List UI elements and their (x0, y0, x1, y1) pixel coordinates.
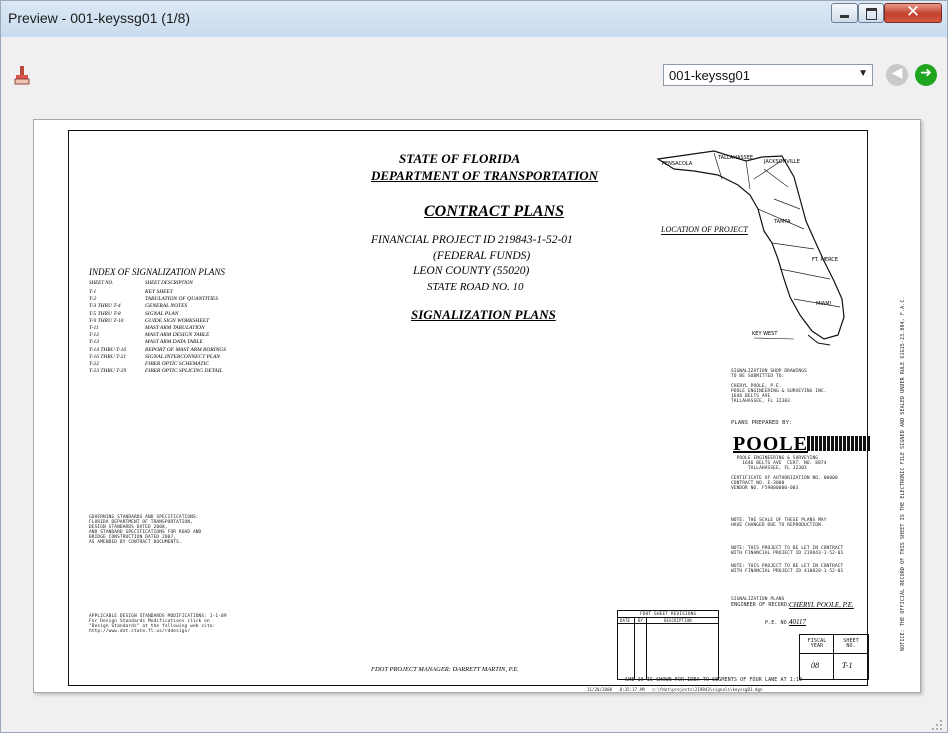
previous-page-button[interactable]: ◀ (886, 64, 908, 86)
shop-drawings-note: SIGNALIZATION SHOP DRAWINGS TO BE SUBMIT… (731, 369, 827, 404)
index-row-sheet: T-3 THRU T-4 (89, 303, 121, 310)
poole-logo: POOLE (733, 433, 809, 455)
index-row-sheet: T-22 (89, 361, 99, 367)
svg-text:KEY WEST: KEY WEST (752, 331, 778, 337)
index-row-sheet: T-14 THRU T-16 (89, 346, 127, 353)
sheet-number-box: FISCAL YEAR SHEET NO. 08 T-1 (799, 634, 869, 680)
index-title: INDEX OF SIGNALIZATION PLANS (89, 267, 225, 277)
index-row-sheet: T-23 THRU T-29 (89, 368, 127, 375)
index-row-sheet: T-12 (89, 332, 99, 339)
drawing-sheet: STATE OF FLORIDA DEPARTMENT OF TRANSPORT… (68, 130, 906, 686)
signalization-heading: SIGNALIZATION PLANS (411, 307, 556, 322)
window-title: Preview - 001-keyssg01 (1/8) (8, 10, 191, 26)
index-header-sheet: SHEET NO. (89, 281, 114, 286)
plans-prepared-label: PLANS PREPARED BY: (731, 420, 793, 426)
index-row-sheet: T-2 (89, 296, 97, 303)
next-page-button[interactable]: ➜ (915, 64, 937, 86)
resize-grip-icon[interactable] (931, 719, 943, 731)
index-row-description: SIGNAL PLAN (145, 310, 179, 317)
svg-text:FT. PIERCE: FT. PIERCE (812, 257, 838, 263)
revisions-box: FDOT SHEET REVISIONS DATE BY DESCRIPTION (617, 610, 719, 680)
scale-note: NOTE: THE SCALE OF THESE PLANS MAY HAVE … (731, 518, 827, 528)
index-row-sheet: T-13 (89, 339, 99, 346)
document-select-value: 001-keyssg01 (669, 68, 750, 83)
fiscal-year-value: 08 (811, 661, 819, 670)
preview-window: Preview - 001-keyssg01 (1/8) ✕ 001-keyss… (0, 0, 948, 733)
footer-filename: 11/28/2008 8:35:17 AM c:\fdot\projects\2… (587, 687, 763, 692)
standards-note: GOVERNING STANDARDS AND SPECIFICATIONS: … (89, 515, 202, 545)
index-row-description: SIGNAL INTERCONNECT PLAN (145, 353, 220, 360)
index-row-description: FIBER OPTIC SPLICING DETAIL (145, 368, 223, 375)
official-record-note: NOTICE: THE OFFICIAL RECORD OF THIS SHEE… (900, 296, 906, 651)
minimize-button[interactable] (831, 3, 858, 23)
index-row-sheet: T-16 THRU T-21 (89, 353, 127, 360)
svg-text:TALLAHASSEE: TALLAHASSEE (717, 155, 753, 161)
index-row-description: GENERAL NOTES (145, 303, 188, 310)
contract-plans-heading: CONTRACT PLANS (424, 203, 565, 220)
index-header-description: SHEET DESCRIPTION (145, 281, 193, 286)
index-row-description: TABULATION OF QUANTITIES (145, 296, 219, 303)
index-row-description: MAST ARM TABULATION (145, 325, 205, 331)
index-row-description: REPORT OF MAST ARM BORINGS (145, 346, 226, 353)
index-row-description: FIBER OPTIC SCHEMATIC (145, 361, 209, 367)
index-row-description: KEY SHEET (145, 289, 173, 295)
svg-text:MIAMI: MIAMI (816, 301, 831, 307)
county-line: LEON COUNTY (55020) (413, 265, 530, 277)
index-row-description: MAST ARM DATA TABLE (145, 339, 203, 346)
state-road: STATE ROAD NO. 10 (427, 281, 524, 293)
department-heading: DEPARTMENT OF TRANSPORTATION (371, 168, 599, 183)
arrow-left-icon: ◀ (891, 65, 903, 81)
index-row-sheet: T-11 (89, 325, 99, 331)
engineer-name: CHERYL POOLE, P.E. (789, 601, 854, 609)
index-row-sheet: T-9 THRU T-10 (89, 317, 124, 324)
engineer-label: ENGINEER OF RECORD: (731, 602, 791, 608)
svg-text:PENSACOLA: PENSACOLA (662, 161, 693, 167)
engineering-address: POOLE ENGINEERING & SURVEYING 1646 BELTS… (731, 456, 838, 491)
chevron-down-icon: ▼ (858, 68, 868, 79)
fiscal-year-label: FISCAL YEAR (807, 638, 827, 649)
bottom-scale-note: SHE 10 IS SHOWN FOR IDEA TO SEGMENTS OF … (625, 677, 803, 683)
close-icon: ✕ (905, 2, 921, 22)
index-row-description: GUIDE SIGN WORKSHEET (145, 317, 210, 324)
florida-map: PENSACOLA TALLAHASSEE JACKSONVILLE TAMPA… (656, 150, 845, 346)
financial-project: FINANCIAL PROJECT ID 219843-1-52-01 (371, 234, 573, 246)
arrow-right-icon: ➜ (920, 65, 932, 81)
index-row-sheet: T-1 (89, 289, 97, 295)
index-row-description: MAST ARM DESIGN TABLE (145, 332, 210, 339)
location-label: LOCATION OF PROJECT (661, 225, 748, 235)
paintbrush-icon[interactable] (13, 65, 31, 85)
maximize-button[interactable] (858, 3, 884, 23)
sheet-no-label: SHEET NO. (843, 638, 859, 649)
close-button[interactable]: ✕ (884, 2, 942, 23)
let-note-1: NOTE: THIS PROJECT TO BE LET IN CONTRACT… (731, 546, 844, 556)
pe-value: 40117 (789, 618, 806, 626)
index-row-sheet: T-5 THRU T-8 (89, 310, 121, 317)
project-manager: FDOT PROJECT MANAGER: DARRETT MARTIN, P.… (371, 666, 519, 673)
state-heading: STATE OF FLORIDA (399, 151, 521, 166)
preview-pane[interactable]: STATE OF FLORIDA DEPARTMENT OF TRANSPORT… (33, 119, 921, 693)
document-select[interactable]: 001-keyssg01 ▼ (663, 64, 873, 86)
logo-graphic (807, 436, 871, 451)
status-bar (1, 709, 947, 732)
let-note-2: NOTE: THIS PROJECT TO BE LET IN CONTRACT… (731, 564, 844, 574)
federal-funds: (FEDERAL FUNDS) (433, 250, 531, 262)
svg-text:TAMPA: TAMPA (773, 219, 791, 225)
title-bar[interactable]: Preview - 001-keyssg01 (1/8) ✕ (1, 1, 947, 37)
sheet-no-value: T-1 (842, 661, 853, 670)
svg-text:JACKSONVILLE: JACKSONVILLE (763, 159, 800, 165)
applicable-note: APPLICABLE DESIGN STANDARDS MODIFICATION… (89, 614, 227, 634)
